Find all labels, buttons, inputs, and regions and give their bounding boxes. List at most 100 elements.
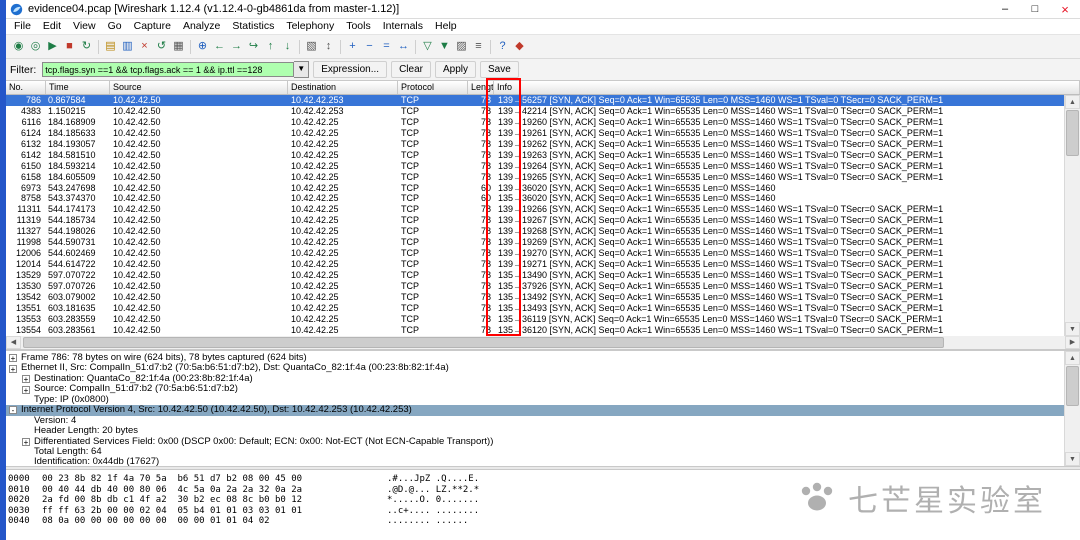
zoom-out-icon[interactable]: −: [361, 38, 378, 55]
packet-row[interactable]: 4383 1.150215 10.42.42.50 10.42.42.253 T…: [6, 106, 1064, 117]
packet-row[interactable]: 13529 597.070722 10.42.42.50 10.42.42.25…: [6, 270, 1064, 281]
toolbar-separator[interactable]: [415, 39, 416, 54]
column-header-length[interactable]: Length: [468, 81, 494, 94]
packet-row[interactable]: 6142 184.581510 10.42.42.50 10.42.42.25 …: [6, 150, 1064, 161]
column-header-destination[interactable]: Destination: [288, 81, 398, 94]
menu-help[interactable]: Help: [429, 19, 463, 34]
coloring-rules-icon[interactable]: ▨: [453, 38, 470, 55]
resize-columns-icon[interactable]: ↔: [395, 38, 412, 55]
packet-row[interactable]: 13553 603.283559 10.42.42.50 10.42.42.25…: [6, 314, 1064, 325]
menu-internals[interactable]: Internals: [377, 19, 429, 34]
clear-button[interactable]: Clear: [391, 61, 431, 78]
packet-row[interactable]: 13551 603.181635 10.42.42.50 10.42.42.25…: [6, 303, 1064, 314]
packet-row[interactable]: 13542 603.079002 10.42.42.50 10.42.42.25…: [6, 292, 1064, 303]
capture-start-icon[interactable]: ▶: [44, 38, 61, 55]
packet-list-scrollbar[interactable]: ▲ ▼: [1064, 95, 1080, 336]
packet-row[interactable]: 11327 544.198026 10.42.42.50 10.42.42.25…: [6, 226, 1064, 237]
go-to-packet-icon[interactable]: ↪: [245, 38, 262, 55]
go-top-icon[interactable]: ↑: [262, 38, 279, 55]
scroll-right-icon[interactable]: ▶: [1065, 336, 1080, 349]
detail-line[interactable]: + Differentiated Services Field: 0x00 (D…: [6, 437, 1064, 447]
menu-statistics[interactable]: Statistics: [226, 19, 280, 34]
go-back-icon[interactable]: ←: [211, 38, 228, 55]
column-header-source[interactable]: Source: [110, 81, 288, 94]
packet-row[interactable]: 11998 544.590731 10.42.42.50 10.42.42.25…: [6, 237, 1064, 248]
expander-icon[interactable]: +: [9, 364, 17, 373]
detail-line[interactable]: + Destination: QuantaCo_82:1f:4a (00:23:…: [6, 374, 1064, 384]
detail-line[interactable]: Header Length: 20 bytes: [6, 426, 1064, 436]
detail-line[interactable]: Total Length: 64: [6, 447, 1064, 457]
packet-row[interactable]: 6158 184.605509 10.42.42.50 10.42.42.25 …: [6, 172, 1064, 183]
details-scrollbar[interactable]: ▲ ▼: [1064, 351, 1080, 466]
minimize-button[interactable]: –: [990, 1, 1020, 18]
menu-edit[interactable]: Edit: [37, 19, 67, 34]
detail-line[interactable]: - Internet Protocol Version 4, Src: 10.4…: [6, 405, 1064, 416]
filter-dropdown-icon[interactable]: ▼: [294, 61, 310, 78]
detail-line[interactable]: + Frame 786: 78 bytes on wire (624 bits)…: [6, 353, 1064, 363]
detail-line[interactable]: + Source: CompalIn_51:d7:b2 (70:5a:b6:51…: [6, 384, 1064, 394]
detail-line[interactable]: Version: 4: [6, 416, 1064, 426]
menu-telephony[interactable]: Telephony: [280, 19, 340, 34]
scrollbar-thumb[interactable]: [1066, 366, 1079, 406]
column-header-time[interactable]: Time: [46, 81, 110, 94]
find-packet-icon[interactable]: ⊕: [194, 38, 211, 55]
hscroll-thumb[interactable]: [23, 337, 944, 348]
expander-icon[interactable]: +: [22, 437, 30, 446]
packet-row[interactable]: 11311 544.174173 10.42.42.50 10.42.42.25…: [6, 204, 1064, 215]
hscroll-track[interactable]: [21, 336, 1065, 349]
menu-capture[interactable]: Capture: [128, 19, 177, 34]
menu-tools[interactable]: Tools: [340, 19, 377, 34]
packet-row[interactable]: 12014 544.614722 10.42.42.50 10.42.42.25…: [6, 259, 1064, 270]
help-icon[interactable]: ?: [494, 38, 511, 55]
menu-analyze[interactable]: Analyze: [177, 19, 226, 34]
packet-row[interactable]: 6124 184.185633 10.42.42.50 10.42.42.25 …: [6, 128, 1064, 139]
menu-view[interactable]: View: [67, 19, 102, 34]
toolbar-separator[interactable]: [190, 39, 191, 54]
expander-icon[interactable]: +: [22, 385, 30, 394]
colorize-icon[interactable]: ▧: [303, 38, 320, 55]
detail-line[interactable]: Type: IP (0x0800): [6, 395, 1064, 405]
packet-row[interactable]: 6150 184.593214 10.42.42.50 10.42.42.25 …: [6, 161, 1064, 172]
column-header-protocol[interactable]: Protocol: [398, 81, 468, 94]
reload-icon[interactable]: ↺: [153, 38, 170, 55]
expander-icon[interactable]: -: [9, 406, 17, 415]
close-button[interactable]: ×: [1050, 1, 1080, 18]
packet-row[interactable]: 13554 603.283561 10.42.42.50 10.42.42.25…: [6, 325, 1064, 336]
save-button[interactable]: Save: [479, 61, 519, 78]
maximize-button[interactable]: □: [1020, 1, 1050, 18]
autoscroll-icon[interactable]: ↕: [320, 38, 337, 55]
toolbar-separator[interactable]: [490, 39, 491, 54]
close-file-icon[interactable]: ×: [136, 38, 153, 55]
zoom-100-icon[interactable]: =: [378, 38, 395, 55]
toolbar-separator[interactable]: [299, 39, 300, 54]
capture-restart-icon[interactable]: ↻: [78, 38, 95, 55]
capture-stop-icon[interactable]: ■: [61, 38, 78, 55]
scrollbar-thumb[interactable]: [1066, 110, 1079, 156]
menu-go[interactable]: Go: [102, 19, 128, 34]
zoom-in-icon[interactable]: +: [344, 38, 361, 55]
display-filter-icon[interactable]: ▼: [436, 38, 453, 55]
scroll-up-icon[interactable]: ▲: [1065, 351, 1080, 365]
packet-row[interactable]: 12006 544.602469 10.42.42.50 10.42.42.25…: [6, 248, 1064, 259]
scroll-left-icon[interactable]: ◀: [6, 336, 21, 349]
column-header-no[interactable]: No.: [6, 81, 46, 94]
print-icon[interactable]: ▦: [170, 38, 187, 55]
expander-icon[interactable]: +: [22, 375, 30, 384]
packet-row[interactable]: 6973 543.247698 10.42.42.50 10.42.42.25 …: [6, 183, 1064, 194]
capture-filters-icon[interactable]: ◆: [511, 38, 528, 55]
toolbar-separator[interactable]: [98, 39, 99, 54]
packet-row[interactable]: 786 0.867584 10.42.42.50 10.42.42.253 TC…: [6, 95, 1064, 106]
packet-row[interactable]: 11319 544.185734 10.42.42.50 10.42.42.25…: [6, 215, 1064, 226]
column-header-info[interactable]: Info: [494, 81, 1080, 94]
packet-row[interactable]: 8758 543.374370 10.42.42.50 10.42.42.25 …: [6, 193, 1064, 204]
packet-row[interactable]: 6116 184.168909 10.42.42.50 10.42.42.25 …: [6, 117, 1064, 128]
toolbar-separator[interactable]: [340, 39, 341, 54]
packet-row[interactable]: 13530 597.070726 10.42.42.50 10.42.42.25…: [6, 281, 1064, 292]
open-file-icon[interactable]: ▤: [102, 38, 119, 55]
interfaces-icon[interactable]: ◉: [10, 38, 27, 55]
packet-row[interactable]: 6132 184.193057 10.42.42.50 10.42.42.25 …: [6, 139, 1064, 150]
packet-list-hscrollbar[interactable]: ◀ ▶: [6, 336, 1080, 350]
detail-line[interactable]: Identification: 0x44db (17627): [6, 457, 1064, 466]
preferences-icon[interactable]: ≡: [470, 38, 487, 55]
detail-line[interactable]: + Ethernet II, Src: CompalIn_51:d7:b2 (7…: [6, 363, 1064, 373]
